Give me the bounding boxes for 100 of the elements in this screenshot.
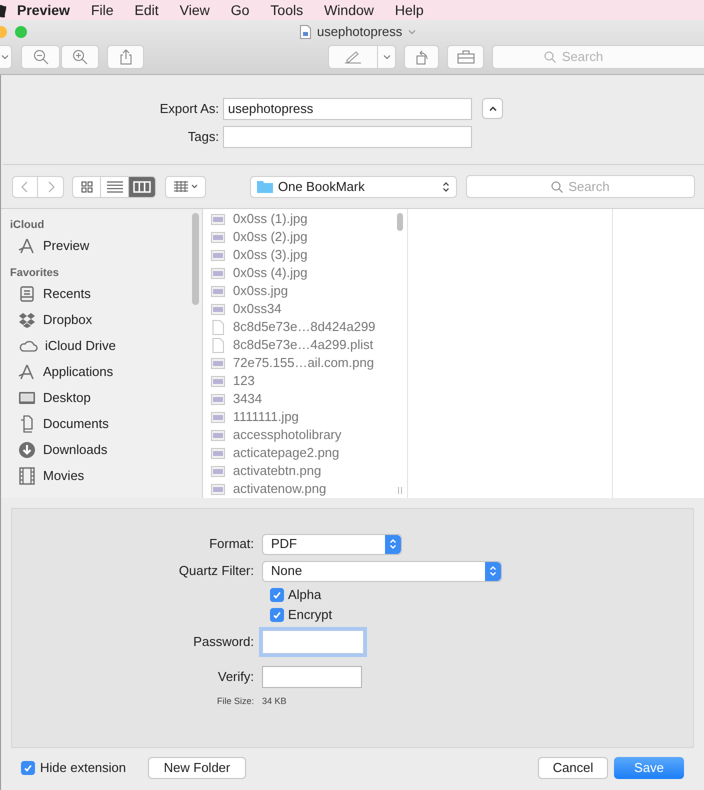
- column-entry[interactable]: 0x0ss (1).jpg: [211, 210, 407, 228]
- sidebar-menu-button[interactable]: [0, 45, 12, 69]
- menu-item[interactable]: Window: [324, 0, 374, 20]
- back-button[interactable]: [12, 176, 38, 198]
- image-thumbnail-icon: [211, 430, 225, 440]
- checkbox[interactable]: [270, 588, 284, 602]
- film-icon: [18, 467, 36, 485]
- column-entry[interactable]: 0x0ss (4).jpg: [211, 264, 407, 282]
- column-entry[interactable]: 0x0ss (2).jpg: [211, 228, 407, 246]
- download-icon: [18, 441, 36, 459]
- document-icon: [300, 25, 311, 39]
- popup-arrows-icon: [442, 180, 450, 192]
- menu-item[interactable]: View: [180, 0, 210, 20]
- sidebar-item[interactable]: Downloads: [10, 437, 202, 463]
- field-label: Export As:: [158, 100, 220, 118]
- checkmark-icon: [23, 763, 33, 773]
- column-entry[interactable]: 8c8d5e73e…8d424a299: [211, 318, 407, 336]
- new-folder-button[interactable]: New Folder: [148, 757, 246, 779]
- menu-item[interactable]: Go: [230, 0, 250, 20]
- verify-field[interactable]: [262, 666, 362, 688]
- sidebar-item[interactable]: Movies: [10, 463, 202, 489]
- toolbox-icon: [456, 50, 474, 64]
- menu-item[interactable]: File: [90, 0, 114, 20]
- list-icon: [106, 180, 122, 192]
- search-icon: [551, 180, 564, 192]
- sidebar-item[interactable]: Preview: [10, 233, 202, 259]
- toolbox-button[interactable]: [447, 45, 484, 69]
- popup-arrows: [385, 534, 401, 554]
- field-label: Format:: [208, 535, 255, 554]
- share-button[interactable]: [107, 45, 144, 69]
- tags-field[interactable]: [223, 126, 472, 148]
- menu-item[interactable]: Help: [394, 0, 424, 20]
- column-entry[interactable]: 0x0ss.jpg: [211, 282, 407, 300]
- column-entry[interactable]: activatebtn.png: [211, 462, 407, 480]
- scrollbar-thumb[interactable]: [192, 213, 199, 305]
- arrange-button[interactable]: [165, 176, 206, 198]
- column-entry[interactable]: 1111111.jpg: [211, 408, 407, 426]
- sidebar-item[interactable]: Dropbox: [10, 307, 202, 333]
- search-placeholder: Search: [562, 48, 604, 66]
- expand-button[interactable]: [482, 98, 503, 119]
- zoom-button[interactable]: [15, 26, 27, 38]
- image-thumbnail-icon: [211, 286, 225, 296]
- sidebar-section-title: Favorites: [10, 266, 60, 281]
- markup-button[interactable]: [328, 45, 378, 69]
- column-entry[interactable]: 123: [211, 372, 407, 390]
- checkbox-label: Alpha: [288, 586, 322, 604]
- image-thumbnail-icon: [211, 232, 225, 242]
- share-icon: [118, 49, 132, 65]
- column-entry[interactable]: 0x0ss (3).jpg: [211, 246, 407, 264]
- forward-button[interactable]: [38, 176, 64, 198]
- column-resize-handle[interactable]: [398, 487, 402, 494]
- sidebar-item[interactable]: iCloud Drive: [10, 333, 202, 359]
- column-entry[interactable]: 3434: [211, 390, 407, 408]
- search-placeholder: Search: [568, 178, 610, 196]
- sidebar-item[interactable]: Recents: [10, 281, 202, 307]
- location-popup[interactable]: One BookMark: [250, 176, 457, 198]
- menu-item[interactable]: Edit: [134, 0, 159, 20]
- scrollbar-thumb[interactable]: [397, 213, 403, 231]
- column-entry[interactable]: 0x0ss34: [211, 300, 407, 318]
- column-entry[interactable]: activatenow.png: [211, 480, 407, 498]
- field-label: Verify:: [216, 668, 255, 686]
- checkbox-label: Hide extension: [40, 759, 126, 778]
- zoom-out-icon: [32, 49, 48, 65]
- checkbox[interactable]: [270, 608, 284, 622]
- image-thumbnail-icon: [211, 394, 225, 404]
- checkbox[interactable]: [21, 761, 35, 775]
- zoom-in-button[interactable]: [61, 45, 99, 69]
- menu-item[interactable]: Tools: [270, 0, 304, 20]
- chevron-down-icon[interactable]: [408, 29, 416, 35]
- view-mode-button[interactable]: [72, 176, 100, 198]
- column-entry[interactable]: acticatepage2.png: [211, 444, 407, 462]
- chevron-up-icon: [488, 106, 496, 112]
- image-thumbnail-icon: [211, 214, 225, 224]
- markup-dropdown-button[interactable]: [378, 45, 396, 69]
- sidebar-section-title: iCloud: [10, 218, 46, 233]
- view-mode-button[interactable]: [128, 176, 156, 198]
- image-thumbnail-icon: [211, 376, 225, 386]
- cancel-button[interactable]: Cancel: [538, 757, 608, 779]
- app-icon: [18, 237, 36, 255]
- column-entry[interactable]: 8c8d5e73e…4a299.plist: [211, 336, 407, 354]
- sidebar-item[interactable]: Documents: [10, 411, 202, 437]
- document-icon: [212, 320, 224, 334]
- sidebar-item[interactable]: Applications: [10, 359, 202, 385]
- export-name-field[interactable]: usephotopress: [223, 98, 472, 120]
- password-field[interactable]: [262, 630, 364, 654]
- column-entry[interactable]: accessphotolibrary: [211, 426, 407, 444]
- zoom-out-button[interactable]: [21, 45, 60, 69]
- rotate-button[interactable]: [404, 45, 439, 69]
- tray-icon: [18, 285, 36, 303]
- dropbox-icon: [18, 311, 36, 329]
- format-popup[interactable]: PDF: [262, 534, 402, 554]
- quartz-filter-popup[interactable]: None: [262, 560, 502, 582]
- menu-app-name[interactable]: Preview: [17, 0, 70, 20]
- sidebar-item[interactable]: Desktop: [10, 385, 202, 411]
- column-entry[interactable]: 72e75.155…ail.com.png: [211, 354, 407, 372]
- image-thumbnail-icon: [211, 484, 225, 494]
- document-icon: [212, 338, 224, 352]
- view-mode-button[interactable]: [100, 176, 128, 198]
- chevron-right-icon: [46, 180, 54, 192]
- image-thumbnail-icon: [211, 448, 225, 458]
